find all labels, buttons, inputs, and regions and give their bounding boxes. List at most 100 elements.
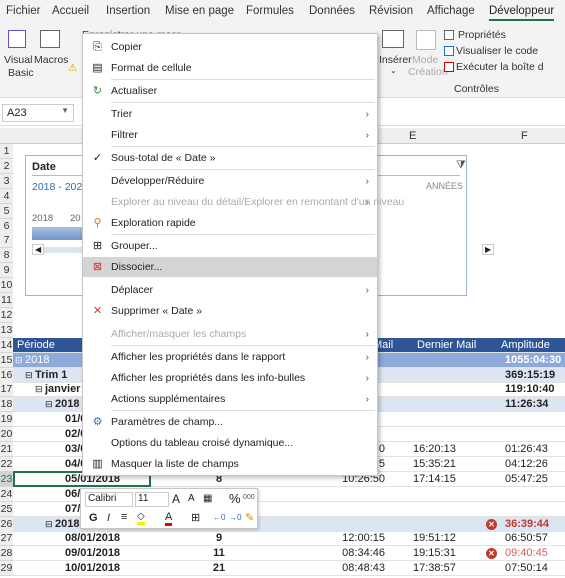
fill-color-icon[interactable]: ◇ bbox=[137, 511, 145, 525]
first-mail-cell[interactable]: 08:48:43 bbox=[342, 561, 385, 576]
clear-filter-icon[interactable]: ⧩ bbox=[456, 159, 466, 172]
row-header[interactable]: 27 bbox=[0, 531, 13, 547]
first-mail-cell[interactable]: 5 bbox=[379, 457, 385, 472]
design-mode-button[interactable]: Mode bbox=[412, 54, 438, 66]
column-header-amplitude[interactable]: Amplitude bbox=[501, 338, 550, 353]
menu-item-2[interactable]: ↻ Actualiser bbox=[83, 81, 377, 101]
menu-item-13[interactable]: Afficher/masquer les champs › bbox=[83, 324, 377, 344]
row-header[interactable]: 9 bbox=[0, 263, 13, 279]
column-header-dernier[interactable]: Dernier Mail bbox=[417, 338, 476, 353]
first-mail-cell[interactable]: 12:00:15 bbox=[342, 531, 385, 546]
first-mail-cell[interactable]: 08:34:46 bbox=[342, 546, 385, 561]
row-header[interactable]: 12 bbox=[0, 307, 13, 323]
row-header[interactable]: 28 bbox=[0, 546, 13, 562]
row-header[interactable]: 25 bbox=[0, 501, 13, 517]
number-format-icon[interactable]: ▦ bbox=[203, 493, 212, 504]
amplitude-cell[interactable]: 09:40:45 bbox=[505, 546, 548, 561]
collapse-icon[interactable]: ⊟ bbox=[45, 517, 53, 532]
menu-item-1[interactable]: ▤ Format de cellule bbox=[83, 58, 377, 78]
last-mail-cell[interactable]: 19:15:31 bbox=[413, 546, 456, 561]
font-color-icon[interactable]: A bbox=[165, 511, 173, 526]
row-header[interactable]: 22 bbox=[0, 456, 13, 472]
row-label[interactable]: 2018 bbox=[25, 353, 49, 368]
amplitude-cell[interactable]: 1055:04:30 bbox=[505, 353, 561, 368]
amplitude-cell[interactable]: 11:26:34 bbox=[505, 397, 548, 412]
last-mail-cell[interactable]: 19:51:12 bbox=[413, 531, 456, 546]
menu-item-17[interactable]: ⚙ Paramètres de champ... bbox=[83, 412, 377, 432]
row-header[interactable]: 2 bbox=[0, 158, 13, 174]
tab-1[interactable]: Accueil bbox=[52, 5, 89, 17]
percent-button[interactable]: % bbox=[229, 491, 241, 506]
collapse-icon[interactable]: ⊟ bbox=[15, 353, 23, 368]
menu-item-9[interactable]: ⊞ Grouper... bbox=[83, 236, 377, 256]
row-header[interactable]: 21 bbox=[0, 442, 13, 457]
first-mail-cell[interactable]: 0 bbox=[379, 442, 385, 457]
amplitude-cell[interactable]: 369:15:19 bbox=[505, 368, 555, 383]
macros-button[interactable]: Macros bbox=[34, 54, 68, 66]
menu-item-19[interactable]: ▥ Masquer la liste de champs bbox=[83, 454, 377, 474]
font-name-select[interactable]: Calibri bbox=[85, 492, 133, 507]
row-header[interactable]: 18 bbox=[0, 397, 13, 413]
tab-3[interactable]: Mise en page bbox=[165, 5, 234, 17]
tab-7[interactable]: Affichage bbox=[427, 5, 475, 17]
menu-item-11[interactable]: Déplacer › bbox=[83, 280, 377, 300]
menu-item-18[interactable]: Options du tableau croisé dynamique... bbox=[83, 433, 377, 453]
menu-item-6[interactable]: Développer/Réduire › bbox=[83, 171, 377, 191]
menu-item-12[interactable]: ✕ Supprimer « Date » bbox=[83, 301, 377, 321]
row-header[interactable]: 16 bbox=[0, 367, 13, 383]
row-header[interactable]: 1 bbox=[0, 144, 13, 159]
row-label[interactable]: 09/01/2018 bbox=[65, 546, 120, 561]
scroll-right-icon[interactable]: ▶ bbox=[482, 244, 495, 255]
amplitude-cell[interactable]: 07:50:14 bbox=[505, 561, 548, 576]
row-header[interactable]: 6 bbox=[0, 218, 13, 234]
row-label[interactable]: 08/01/2018 bbox=[65, 531, 120, 546]
row-header[interactable]: 19 bbox=[0, 412, 13, 428]
row-header[interactable]: 11 bbox=[0, 293, 13, 308]
count-cell[interactable]: 11 bbox=[199, 546, 239, 561]
amplitude-cell[interactable]: 01:26:43 bbox=[505, 442, 548, 457]
row-header[interactable]: 3 bbox=[0, 173, 13, 189]
tab-8[interactable]: Développeur bbox=[489, 5, 555, 21]
format-painter-icon[interactable]: ✎ bbox=[245, 511, 254, 524]
row-header[interactable]: 5 bbox=[0, 203, 13, 219]
visual-basic-button[interactable]: Visual bbox=[4, 54, 32, 66]
scroll-left-icon[interactable]: ◀ bbox=[32, 244, 45, 255]
tab-2[interactable]: Insertion bbox=[106, 5, 150, 17]
collapse-icon[interactable]: ⊟ bbox=[25, 368, 33, 383]
last-mail-cell[interactable]: 16:20:13 bbox=[413, 442, 456, 457]
row-header[interactable]: 14 bbox=[0, 337, 13, 353]
amplitude-cell[interactable]: 06:50:57 bbox=[505, 531, 548, 546]
align-center-icon[interactable]: ≡ bbox=[121, 511, 127, 523]
count-cell[interactable]: 21 bbox=[199, 561, 239, 576]
row-header[interactable]: 8 bbox=[0, 248, 13, 264]
decrease-decimal-icon[interactable]: →0 bbox=[229, 513, 241, 522]
row-header[interactable]: 29 bbox=[0, 561, 13, 577]
increase-decimal-icon[interactable]: ←0 bbox=[213, 513, 225, 522]
run-dialog-button[interactable]: Exécuter la boîte d bbox=[456, 61, 544, 73]
menu-item-16[interactable]: Actions supplémentaires › bbox=[83, 389, 377, 409]
tab-5[interactable]: Données bbox=[309, 5, 355, 17]
row-header[interactable]: 23 bbox=[0, 471, 13, 487]
font-size-select[interactable]: 11 bbox=[135, 492, 169, 507]
column-header-f[interactable]: F bbox=[521, 130, 528, 142]
row-header[interactable]: 24 bbox=[0, 486, 13, 502]
row-header[interactable]: 26 bbox=[0, 516, 13, 532]
row-header[interactable]: 17 bbox=[0, 382, 13, 398]
tab-4[interactable]: Formules bbox=[246, 5, 294, 17]
count-cell[interactable]: 9 bbox=[199, 531, 239, 546]
row-header[interactable]: 15 bbox=[0, 352, 13, 368]
menu-item-8[interactable]: ⚲ Exploration rapide bbox=[83, 213, 377, 233]
menu-item-10[interactable]: ⊠ Dissocier... bbox=[83, 257, 377, 277]
name-box[interactable]: A23 ▼ bbox=[2, 104, 74, 122]
last-mail-cell[interactable]: 17:38:57 bbox=[413, 561, 456, 576]
tab-6[interactable]: Révision bbox=[369, 5, 413, 17]
properties-button[interactable]: Propriétés bbox=[458, 29, 506, 41]
row-header[interactable]: 4 bbox=[0, 188, 13, 204]
amplitude-cell[interactable]: 04:12:26 bbox=[505, 457, 548, 472]
view-code-button[interactable]: Visualiser le code bbox=[456, 45, 538, 57]
bold-button[interactable]: G bbox=[89, 512, 98, 524]
amplitude-cell[interactable]: 05:47:25 bbox=[505, 472, 548, 487]
italic-button[interactable]: I bbox=[107, 512, 110, 524]
row-header[interactable]: 13 bbox=[0, 322, 13, 338]
insert-button[interactable]: Insérer bbox=[379, 54, 412, 66]
